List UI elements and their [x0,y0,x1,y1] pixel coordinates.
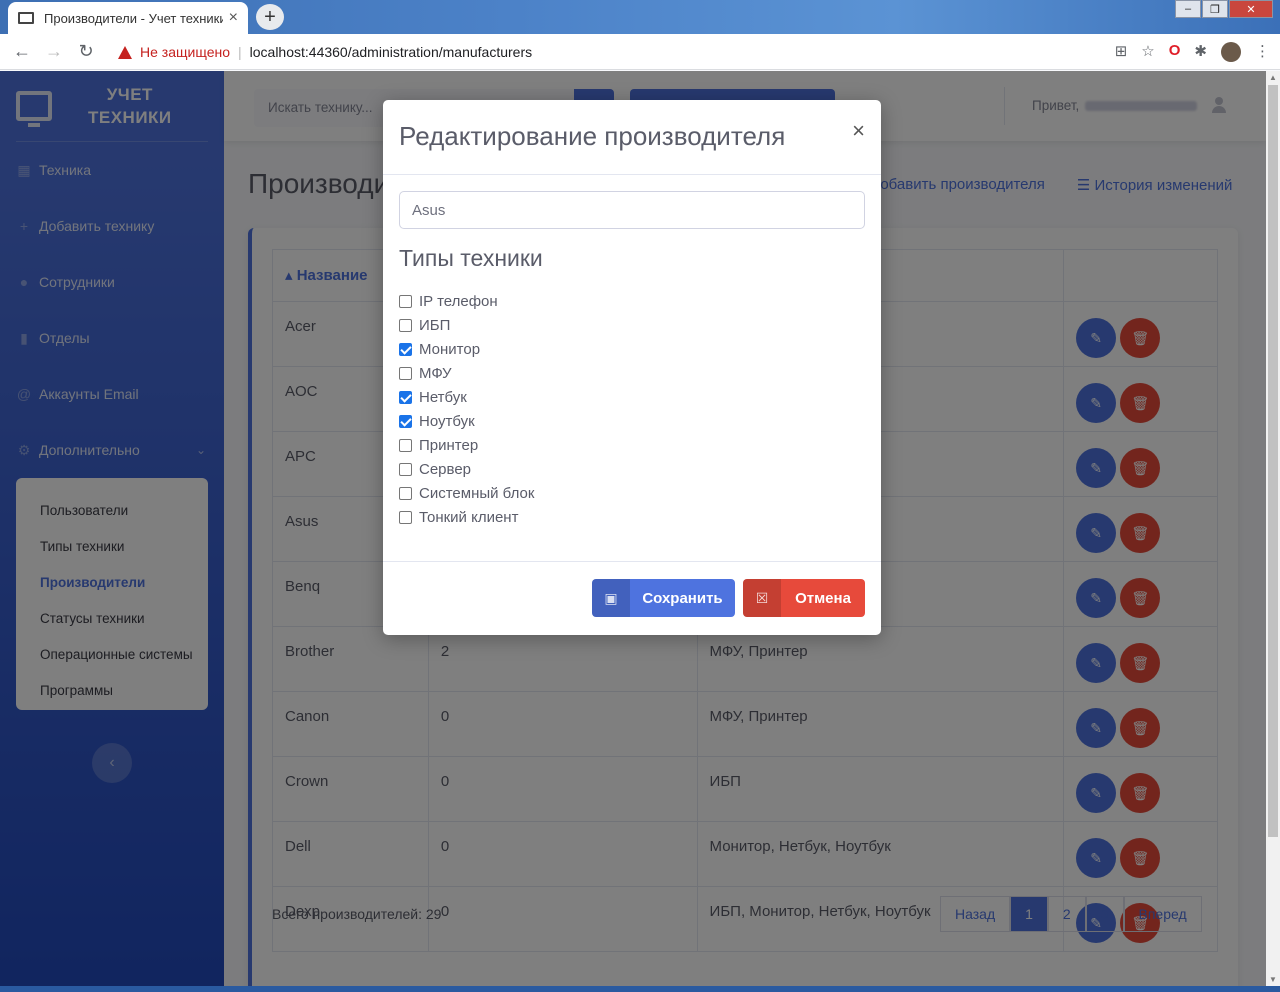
new-tab-button[interactable]: + [256,4,284,30]
tab-title: Производители - Учет техники [44,10,223,26]
menu-icon[interactable]: ⋮ [1255,42,1270,62]
tab-close-icon[interactable]: × [229,9,238,27]
modal-title: Редактирование производителя [399,121,786,151]
edit-manufacturer-modal: Редактирование производителя × Типы техн… [383,100,881,635]
url-separator: | [238,44,242,60]
checkbox-label: Нетбук [419,388,467,406]
extensions-icon[interactable]: ✱ [1194,42,1207,62]
type-checkbox-item[interactable]: IP телефон [399,289,534,313]
checkbox[interactable] [399,414,412,428]
monitor-icon [18,12,34,24]
page-scrollbar[interactable]: ▲ ▼ [1266,71,1280,986]
insecure-label[interactable]: Не защищено [140,44,230,60]
checkbox[interactable] [399,486,412,500]
modal-footer: ▣ Сохранить ☒ Отмена [383,561,881,635]
cancel-button[interactable]: ☒ Отмена [743,579,865,617]
checkbox[interactable] [399,318,412,332]
profile-avatar[interactable] [1221,42,1241,62]
checkbox-label: Сервер [419,460,472,478]
cancel-button-label: Отмена [795,589,851,607]
checkbox-label: ИБП [419,316,451,334]
manufacturer-name-input[interactable] [399,191,865,229]
floppy-disk-icon: ▣ [592,579,630,617]
type-checkbox-item[interactable]: Тонкий клиент [399,505,534,529]
checkbox[interactable] [399,462,412,476]
type-checkbox-item[interactable]: ИБП [399,313,534,337]
type-checkbox-item[interactable]: Принтер [399,433,534,457]
type-checkbox-item[interactable]: Сервер [399,457,534,481]
checkbox[interactable] [399,294,412,308]
checkbox-label: Принтер [419,436,479,454]
url-text[interactable]: localhost:44360/administration/manufactu… [250,44,533,60]
checkbox[interactable] [399,366,412,380]
type-checkbox-item[interactable]: МФУ [399,361,534,385]
checkbox-label: Ноутбук [419,412,475,430]
checkbox-label: IP телефон [419,292,498,310]
checkbox[interactable] [399,342,412,356]
checkbox-label: Монитор [419,340,481,358]
checkbox[interactable] [399,390,412,404]
checkbox-label: Тонкий клиент [419,508,519,526]
reload-icon[interactable]: ↻ [70,41,102,62]
type-checkbox-item[interactable]: Монитор [399,337,534,361]
forward-icon[interactable]: → [38,41,70,62]
maximize-icon[interactable]: ❐ [1202,0,1228,18]
checkbox-label: МФУ [419,364,452,382]
address-bar: ← → ↻ Не защищено | localhost:44360/admi… [0,34,1280,70]
save-button[interactable]: ▣ Сохранить [592,579,735,617]
checkbox[interactable] [399,438,412,452]
minimize-icon[interactable]: – [1175,0,1201,18]
warning-icon [118,45,132,59]
type-checkbox-item[interactable]: Нетбук [399,385,534,409]
browser-tab[interactable]: Производители - Учет техники × [8,2,248,34]
type-checkbox-item[interactable]: Ноутбук [399,409,534,433]
translate-icon[interactable]: ⊞ [1115,42,1128,62]
scroll-down-icon[interactable]: ▼ [1269,975,1277,984]
star-icon[interactable]: ☆ [1141,42,1154,62]
checkbox[interactable] [399,510,412,524]
os-taskbar [0,986,1280,992]
url-field[interactable]: Не защищено | localhost:44360/administra… [108,37,1138,67]
window-controls: – ❐ ✕ [1174,0,1273,20]
window-close-icon[interactable]: ✕ [1229,0,1273,18]
browser-toolbar-icons: ⊞ ☆ O ✱ ⋮ [1115,42,1270,62]
x-square-icon: ☒ [743,579,781,617]
scroll-up-icon[interactable]: ▲ [1269,73,1277,82]
save-button-label: Сохранить [642,589,723,607]
type-checkbox-item[interactable]: Системный блок [399,481,534,505]
types-title: Типы техники [399,245,543,271]
opera-icon[interactable]: O [1169,42,1181,62]
checkbox-label: Системный блок [419,484,535,502]
types-checklist: IP телефон ИБП Монитор МФУ Нетбук Ноутбук Прин… [399,289,534,529]
modal-header: Редактирование производителя × [383,100,881,175]
scrollbar-thumb[interactable] [1268,85,1278,837]
close-icon[interactable]: × [852,118,865,144]
back-icon[interactable]: ← [6,41,38,62]
browser-tabbar: Производители - Учет техники × + – ❐ ✕ [0,0,1280,34]
